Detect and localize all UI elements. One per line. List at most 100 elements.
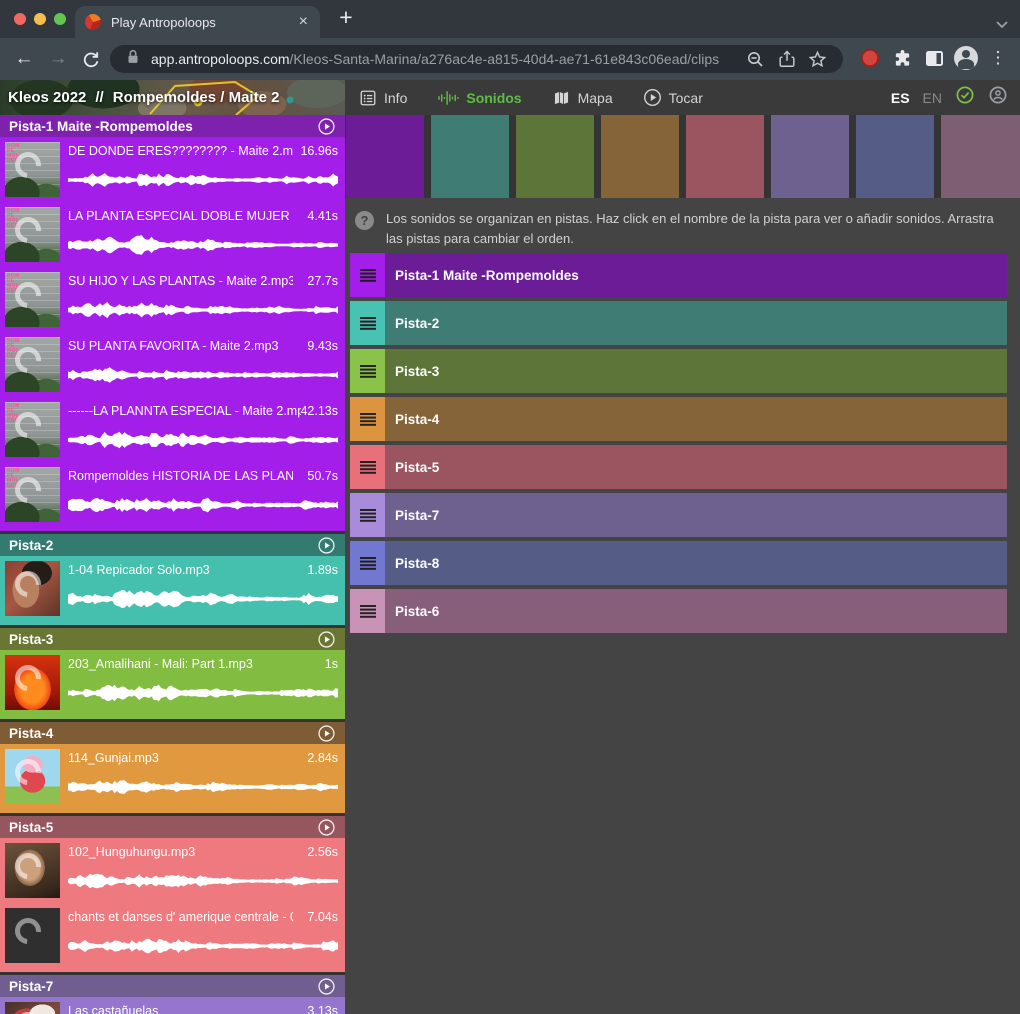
clip-waveform[interactable]: [68, 164, 338, 196]
clip-waveform[interactable]: [68, 424, 338, 456]
profile-avatar[interactable]: [950, 46, 982, 70]
nav-mapa[interactable]: Mapa: [552, 89, 613, 107]
track-play-icon[interactable]: [317, 818, 336, 837]
zoom-out-icon[interactable]: [740, 50, 771, 69]
track-play-icon[interactable]: [317, 536, 336, 555]
tab-close-icon[interactable]: ×: [297, 14, 310, 30]
clip-waveform[interactable]: [68, 583, 338, 615]
new-tab-button[interactable]: +: [332, 4, 360, 31]
track-row-pista-4[interactable]: Pista-4: [350, 397, 1007, 441]
track-row-pista-2[interactable]: Pista-2: [350, 301, 1007, 345]
track-row-label[interactable]: Pista-6: [385, 589, 1007, 633]
track-row-pista-7[interactable]: Pista-7: [350, 493, 1007, 537]
track-row-pista-3[interactable]: Pista-3: [350, 349, 1007, 393]
track-play-icon[interactable]: [317, 117, 336, 136]
clip[interactable]: ROM PE MOL DES LA PLANTA ESPECIAL DOBLE …: [0, 202, 345, 267]
browser-menu-icon[interactable]: ⋮: [982, 48, 1014, 68]
drag-handle[interactable]: [350, 397, 385, 441]
tab-search-chevron-icon[interactable]: [996, 16, 1008, 34]
clip[interactable]: Las castañuelas 3.13s: [0, 997, 345, 1014]
clip-name: 114_Gunjai.mp3: [68, 751, 293, 765]
track-row-label[interactable]: Pista-5: [385, 445, 1007, 489]
track-row-label[interactable]: Pista-7: [385, 493, 1007, 537]
track-header[interactable]: Pista-7: [0, 975, 345, 997]
lock-icon[interactable]: [124, 47, 142, 72]
drag-handle[interactable]: [350, 541, 385, 585]
side-panel-icon[interactable]: [918, 50, 950, 67]
clip[interactable]: ROM PE MOL DES SU PLANTA FAVORITA - Mait…: [0, 332, 345, 397]
drag-handle[interactable]: [350, 589, 385, 633]
nav-sonidos[interactable]: Sonidos: [437, 89, 521, 107]
lang-en[interactable]: EN: [923, 90, 942, 106]
nav-right-group: ES EN: [891, 85, 1020, 110]
track-header[interactable]: Pista-1 Maite -Rompemoldes: [0, 115, 345, 137]
clip-duration: 2.56s: [307, 845, 338, 859]
nav-tocar-label: Tocar: [669, 90, 703, 106]
track-row-pista-8[interactable]: Pista-8: [350, 541, 1007, 585]
url-text[interactable]: app.antropoloops.com/Kleos-Santa-Marina/…: [151, 51, 740, 67]
clip[interactable]: ROM PE MOL DES DE DONDE ERES???????? - M…: [0, 137, 345, 202]
clip-waveform[interactable]: [68, 677, 338, 709]
track-play-icon[interactable]: [317, 977, 336, 996]
clip-waveform[interactable]: [68, 294, 338, 326]
clip[interactable]: 102_Hunguhungu.mp3 2.56s: [0, 838, 345, 903]
drag-handle-icon: [360, 557, 376, 570]
drag-handle[interactable]: [350, 493, 385, 537]
clip[interactable]: 1-04 Repicador Solo.mp3 1.89s: [0, 556, 345, 621]
drag-handle[interactable]: [350, 445, 385, 489]
track-row-pista-1[interactable]: Pista-1 Maite -Rompemoldes: [350, 253, 1007, 297]
minimize-window-button[interactable]: [34, 13, 46, 25]
track-header-label: Pista-1 Maite -Rompemoldes: [9, 119, 193, 134]
drag-handle[interactable]: [350, 253, 385, 297]
window-controls: [14, 13, 66, 25]
record-extension-icon[interactable]: [854, 48, 886, 68]
track-row-pista-6[interactable]: Pista-6: [350, 589, 1007, 633]
color-swatch: [941, 115, 1020, 198]
main-panel: ? Los sonidos se organizan en pistas. Ha…: [345, 115, 1020, 1014]
close-window-button[interactable]: [14, 13, 26, 25]
browser-tab[interactable]: Play Antropoloops ×: [75, 6, 320, 38]
track-row-label[interactable]: Pista-1 Maite -Rompemoldes: [385, 253, 1007, 297]
track-row-label[interactable]: Pista-8: [385, 541, 1007, 585]
track-header[interactable]: Pista-2: [0, 534, 345, 556]
extensions-puzzle-icon[interactable]: [886, 49, 918, 68]
forward-button[interactable]: →: [44, 47, 72, 71]
track-row-label[interactable]: Pista-3: [385, 349, 1007, 393]
nav-tocar[interactable]: Tocar: [643, 88, 703, 107]
reload-button[interactable]: [80, 49, 100, 74]
clip-waveform[interactable]: [68, 359, 338, 391]
bookmark-star-icon[interactable]: [802, 50, 833, 69]
track-row-pista-5[interactable]: Pista-5: [350, 445, 1007, 489]
account-person-icon[interactable]: [988, 85, 1008, 110]
clip-waveform[interactable]: [68, 229, 338, 261]
clip[interactable]: ROM PE MOL DES Rompemoldes HISTORIA DE L…: [0, 462, 345, 527]
track-row-label[interactable]: Pista-4: [385, 397, 1007, 441]
session-check-icon[interactable]: [955, 85, 975, 110]
drag-handle[interactable]: [350, 301, 385, 345]
back-button[interactable]: ←: [10, 47, 38, 71]
track-header[interactable]: Pista-5: [0, 816, 345, 838]
track-header[interactable]: Pista-4: [0, 722, 345, 744]
waveform-icon: [437, 89, 459, 107]
play-circle-icon: [643, 88, 662, 107]
track-play-icon[interactable]: [317, 724, 336, 743]
share-icon[interactable]: [771, 49, 802, 69]
clip-waveform[interactable]: [68, 489, 338, 521]
clip[interactable]: chants et danses d' amerique centrale - …: [0, 903, 345, 968]
clip[interactable]: ROM PE MOL DES ------LA PLANNTA ESPECIAL…: [0, 397, 345, 462]
drag-handle[interactable]: [350, 349, 385, 393]
clip[interactable]: 203_Amalihani - Mali: Part 1.mp3 1s: [0, 650, 345, 715]
clip[interactable]: ROM PE MOL DES SU HIJO Y LAS PLANTAS - M…: [0, 267, 345, 332]
clip[interactable]: 114_Gunjai.mp3 2.84s: [0, 744, 345, 809]
clip-waveform[interactable]: [68, 771, 338, 803]
address-bar[interactable]: app.antropoloops.com/Kleos-Santa-Marina/…: [110, 45, 843, 73]
nav-info[interactable]: Info: [359, 89, 407, 107]
lang-es[interactable]: ES: [891, 90, 910, 106]
track-header[interactable]: Pista-3: [0, 628, 345, 650]
clip-waveform[interactable]: [68, 930, 338, 962]
clip-waveform[interactable]: [68, 865, 338, 897]
zoom-window-button[interactable]: [54, 13, 66, 25]
track-row-label[interactable]: Pista-2: [385, 301, 1007, 345]
breadcrumb-project[interactable]: Kleos 2022: [8, 89, 86, 106]
track-play-icon[interactable]: [317, 630, 336, 649]
